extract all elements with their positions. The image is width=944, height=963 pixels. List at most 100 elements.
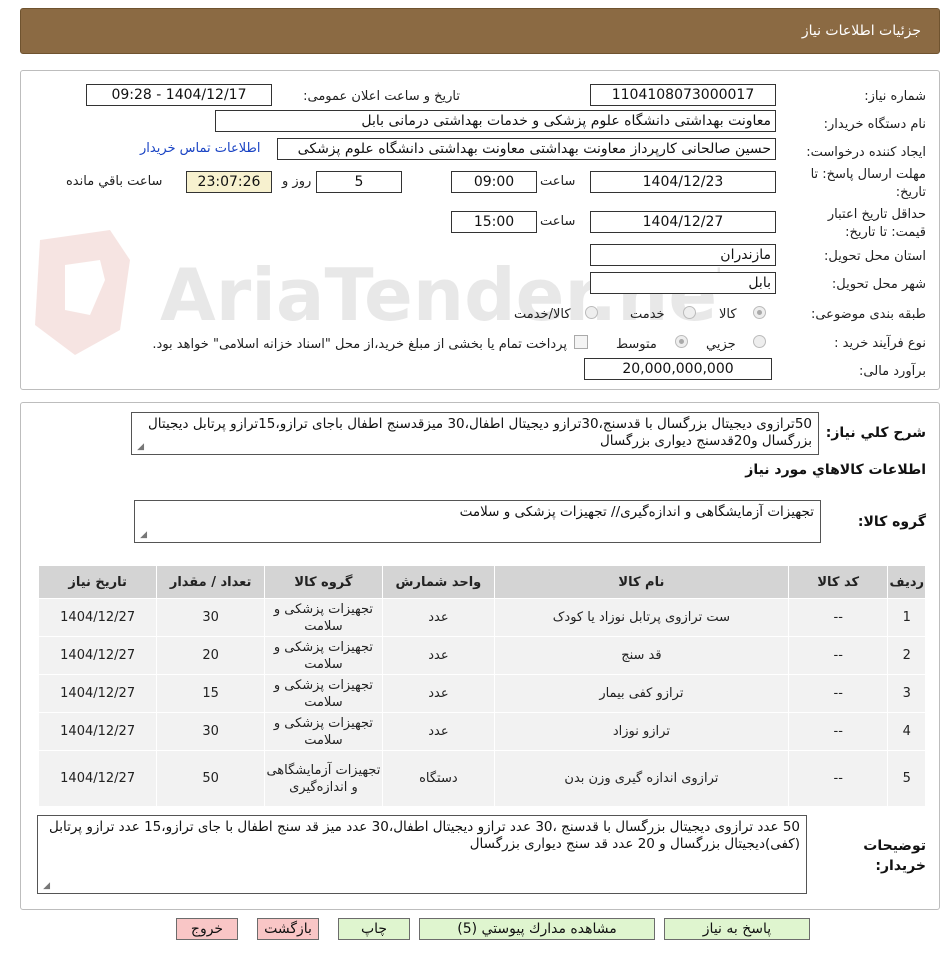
deadline-date-field: 1404/12/23 [590,171,776,193]
cell-row-number: 4 [887,712,926,751]
cell-quantity: 20 [156,636,265,675]
cell-date: 1404/12/27 [37,598,158,637]
col-header-quantity: تعداد / مقدار [156,565,265,599]
cell-date: 1404/12/27 [37,674,158,713]
cell-date: 1404/12/27 [37,636,158,675]
col-header-date: تاریخ نیاز [37,565,158,599]
cell-group: تجهیزات پزشکی و سلامت [263,712,383,751]
city-field: بابل [590,272,776,294]
category-service-label: خدمت [630,307,665,322]
cell-quantity: 50 [156,750,265,807]
items-table: ردیف کد کالا نام کالا واحد شمارش گروه کا… [37,565,926,807]
cell-group: تجهیزات پزشکی و سلامت [263,598,383,637]
print-button[interactable]: چاپ [338,918,410,940]
requester-label: ایجاد کننده درخواست: [806,145,926,160]
buyer-org-field: معاونت بهداشتی دانشگاه علوم پزشکی و خدما… [215,110,776,132]
col-header-item-code: کد کالا [787,565,889,599]
category-goods-label: کالا [719,307,737,322]
validity-date-field: 1404/12/27 [590,211,776,233]
process-small-label: جزیي [706,337,736,352]
buyer-notes-textarea: 50 عدد ترازوی دیجیتال بزرگسال با قدسنج ،… [37,815,807,894]
reply-button[interactable]: پاسخ به نیاز [664,918,810,940]
cell-row-number: 2 [887,636,926,675]
summary-textarea: 50ترازوی دیجیتال بزرگسال با قدسنج،30تراز… [131,412,819,455]
table-header-row: ردیف کد کالا نام کالا واحد شمارش گروه کا… [37,565,926,599]
buyer-notes-text: 50 عدد ترازوی دیجیتال بزرگسال با قدسنج ،… [49,819,800,852]
city-label: شهر محل تحویل: [831,277,926,292]
page-title: جزئیات اطلاعات نیاز [801,23,921,39]
cell-group: تجهیزات پزشکی و سلامت [263,636,383,675]
category-goods-radio[interactable] [753,306,766,319]
validity-label: حداقل تاریخ اعتبار قیمت: تا تاریخ: [827,207,926,240]
cell-group: تجهیزات آزمایشگاهی و اندازه‌گیری [263,750,383,807]
days-label: روز و [282,174,312,189]
cell-unit: عدد [381,598,495,637]
need-number-field: 1104108073000017 [590,84,776,106]
resize-handle-icon[interactable]: ◢ [137,530,147,540]
category-service-radio[interactable] [683,306,696,319]
days-left-field: 5 [316,171,402,193]
cell-item-code: -- [787,750,889,807]
announce-datetime-label: تاریخ و ساعت اعلان عمومی: [303,89,460,104]
buyer-notes-label: توضیحات خریدار: [863,838,926,874]
category-both-label: کالا/خدمت [514,307,571,322]
need-number-label: شماره نیاز: [864,89,926,104]
table-row: 4 -- ترازو نوزاد عدد تجهیزات پزشکی و سلا… [37,712,926,751]
col-header-item-name: نام کالا [493,565,789,599]
page-header: جزئیات اطلاعات نیاز [20,8,940,54]
time-left-field: 23:07:26 [186,171,272,193]
cell-quantity: 30 [156,598,265,637]
cell-quantity: 15 [156,674,265,713]
cell-item-name: ترازو نوزاد [493,712,789,751]
resize-handle-icon[interactable]: ◢ [134,442,144,452]
requester-field: حسین صالحانی کارپرداز معاونت بهداشتی معا… [277,138,776,160]
table-row: 5 -- ترازوی اندازه گیری وزن بدن دستگاه ت… [37,750,926,807]
validity-time-field: 15:00 [451,211,537,233]
summary-text: 50ترازوی دیجیتال بزرگسال با قدسنج،30تراز… [147,416,812,449]
category-label: طبقه بندی موضوعی: [810,307,926,322]
exit-button[interactable]: خروج [176,918,238,940]
province-field: مازندران [590,244,776,266]
process-medium-label: متوسط [616,337,657,352]
cell-item-name: قد سنج [493,636,789,675]
goods-group-textarea: تجهیزات آزمایشگاهی و اندازه‌گیری// تجهیز… [134,500,821,543]
contact-info-link[interactable]: اطلاعات تماس خریدار [140,141,260,156]
col-header-unit: واحد شمارش [381,565,495,599]
cell-unit: عدد [381,674,495,713]
cell-date: 1404/12/27 [37,750,158,807]
table-row: 2 -- قد سنج عدد تجهیزات پزشکی و سلامت 20… [37,636,926,675]
cell-row-number: 5 [887,750,926,807]
cell-unit: عدد [381,712,495,751]
estimate-label: برآورد مالی: [859,364,926,379]
cell-item-code: -- [787,674,889,713]
view-attachments-button[interactable]: مشاهده مدارك پيوستي (5) [419,918,655,940]
estimate-field: 20,000,000,000 [584,358,772,380]
resize-handle-icon[interactable]: ◢ [40,881,50,891]
announce-datetime-field: 1404/12/17 - 09:28 [86,84,272,106]
validity-time-label: ساعت [540,214,576,229]
goods-section-title: اطلاعات كالاهاي مورد نياز [745,462,926,478]
cell-unit: دستگاه [381,750,495,807]
process-small-radio[interactable] [753,335,766,348]
process-note: پرداخت تمام یا بخشی از مبلغ خرید،از محل … [152,337,567,352]
table-row: 3 -- ترازو کفی بیمار عدد تجهیزات پزشکی و… [37,674,926,713]
cell-item-name: ترازو کفی بیمار [493,674,789,713]
goods-group-label: گروه کالا: [857,514,926,530]
cell-unit: عدد [381,636,495,675]
col-header-row-number: ردیف [887,565,926,599]
cell-item-name: ترازوی اندازه گیری وزن بدن [493,750,789,807]
back-button[interactable]: بازگشت [257,918,319,940]
cell-group: تجهیزات پزشکی و سلامت [263,674,383,713]
remaining-label: ساعت باقي مانده [66,174,163,189]
category-both-radio[interactable] [585,306,598,319]
treasury-checkbox[interactable] [574,335,588,349]
deadline-time-field: 09:00 [451,171,537,193]
deadline-time-label: ساعت [540,174,576,189]
deadline-label: مهلت ارسال پاسخ: تا تاریخ: [810,167,926,200]
cell-item-code: -- [787,598,889,637]
cell-date: 1404/12/27 [37,712,158,751]
summary-label: شرح كلي نياز: [825,425,926,441]
process-medium-radio[interactable] [675,335,688,348]
cell-item-code: -- [787,636,889,675]
cell-row-number: 3 [887,674,926,713]
